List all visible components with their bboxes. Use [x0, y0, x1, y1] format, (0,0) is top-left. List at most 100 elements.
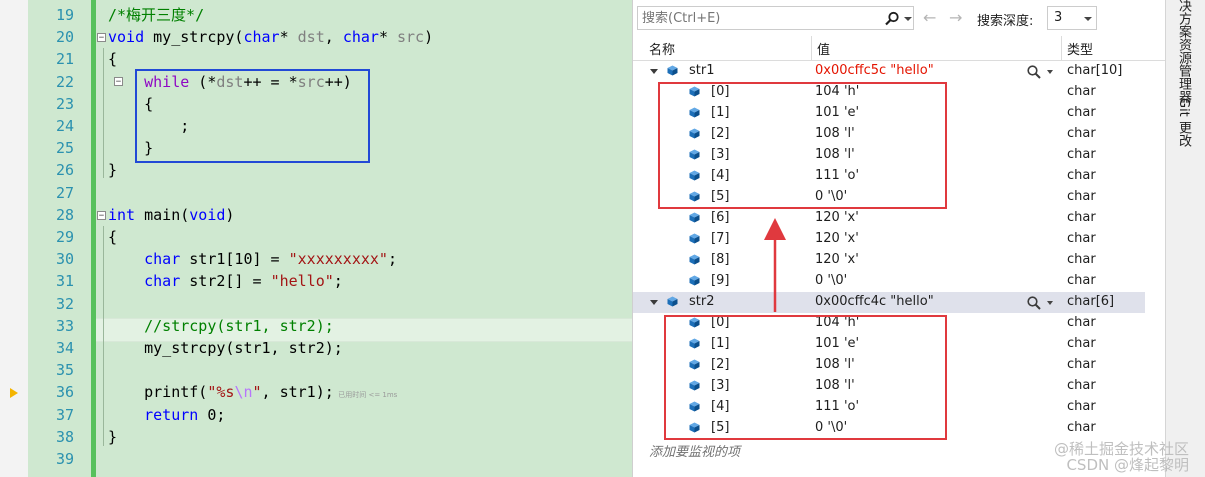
watch-name: [9]: [711, 273, 730, 288]
watch-value[interactable]: 120 'x': [815, 252, 859, 267]
line-number: 36: [55, 383, 74, 402]
watch-row-variable[interactable]: str2 0x00cffc4c "hello" char[6]: [633, 292, 1145, 313]
code-token: /*梅开三度*/: [108, 6, 205, 24]
code-editor[interactable]: 19 20 21 22 23 24 25 26 27 28 29 30 31 32 33 34 35 36 37 38…: [0, 0, 632, 477]
watch-row-element[interactable]: [8] 120 'x' char: [633, 250, 1145, 271]
cube-icon: [689, 275, 700, 286]
code-token: , str1);: [261, 383, 334, 402]
line-number: 28: [55, 205, 74, 224]
cube-icon: [667, 296, 678, 307]
watch-value[interactable]: 0x00cffc4c "hello": [815, 294, 934, 309]
watch-column-header: 名称 值 类型: [633, 36, 1166, 61]
line-number: 39: [55, 450, 74, 468]
visualizer-chevron-down-icon[interactable]: [1047, 301, 1053, 305]
watch-search-box[interactable]: [637, 6, 914, 30]
chevron-down-icon: [1084, 17, 1092, 21]
code-token: printf(: [108, 383, 208, 402]
search-depth-select[interactable]: 3: [1047, 6, 1097, 30]
code-token: ,: [324, 28, 343, 47]
breakpoint-margin[interactable]: [0, 0, 29, 477]
collapse-triangle-icon[interactable]: [650, 69, 658, 74]
watch-row-element[interactable]: [7] 120 'x' char: [633, 229, 1145, 250]
visualizer-chevron-down-icon[interactable]: [1047, 70, 1053, 74]
column-header-name[interactable]: 名称: [649, 39, 675, 58]
add-watch-item[interactable]: 添加要监视的项: [649, 441, 740, 460]
cube-icon: [667, 65, 678, 76]
line-number: 26: [55, 161, 74, 180]
watch-row-element[interactable]: [9] 0 '\0' char: [633, 271, 1145, 292]
elapsed-time-hint: 已用时间 <= 1ms: [333, 391, 398, 400]
watch-type: char: [1067, 210, 1096, 225]
watch-value[interactable]: 0x00cffc5c "hello": [815, 63, 934, 78]
code-token: src: [397, 28, 425, 47]
column-header-type[interactable]: 类型: [1067, 39, 1093, 58]
code-line[interactable]: return 0;: [108, 404, 225, 426]
code-token: dst: [297, 28, 325, 47]
watch-type: char: [1067, 168, 1096, 183]
arrow-left-icon[interactable]: ←: [923, 8, 936, 27]
watch-type: char: [1067, 147, 1096, 162]
fold-toggle-my-strcpy[interactable]: −: [97, 33, 106, 43]
column-resize-handle[interactable]: [811, 36, 812, 60]
watch-type: char: [1067, 126, 1096, 141]
line-number: 30: [55, 250, 74, 269]
magnifier-icon[interactable]: [884, 11, 900, 27]
code-token: char: [144, 250, 181, 269]
watch-value[interactable]: 0 '\0': [815, 273, 847, 288]
code-line[interactable]: printf("%s\n", str1); 已用时间 <= 1ms: [108, 381, 397, 403]
code-token: int: [108, 205, 136, 224]
code-token: {: [108, 228, 118, 246]
watch-type: char: [1067, 336, 1096, 351]
line-number: 25: [55, 139, 74, 158]
code-line[interactable]: //strcpy(str1, str2);: [108, 315, 334, 337]
code-line[interactable]: }: [108, 159, 117, 181]
line-number: 22: [55, 72, 74, 91]
code-line[interactable]: char str2[] = "hello";: [108, 270, 343, 292]
tab-git-changes[interactable]: Git 更改: [1174, 98, 1193, 147]
watch-row-element[interactable]: [6] 120 'x' char: [633, 208, 1145, 229]
highlight-box-str2-elements: [664, 315, 947, 440]
collapse-triangle-icon[interactable]: [650, 300, 658, 305]
watch-name: str1: [689, 63, 715, 78]
column-resize-handle[interactable]: [1061, 36, 1062, 60]
code-line[interactable]: }: [108, 426, 117, 448]
code-token: main(: [135, 205, 190, 224]
cube-icon: [689, 254, 700, 265]
line-number: 38: [55, 427, 74, 446]
watch-name: [7]: [711, 231, 730, 246]
line-number: 24: [55, 117, 74, 135]
watch-type: char: [1067, 399, 1096, 414]
code-token: return: [144, 405, 199, 424]
code-line[interactable]: int main(void): [108, 204, 234, 226]
column-header-value[interactable]: 值: [817, 39, 830, 58]
code-token: char: [243, 28, 280, 47]
watch-type: char: [1067, 105, 1096, 120]
magnifier-icon[interactable]: [1026, 64, 1042, 80]
code-line[interactable]: void my_strcpy(char* dst, char* src): [108, 26, 433, 48]
fold-toggle-main[interactable]: −: [97, 211, 106, 221]
code-line[interactable]: my_strcpy(str1, str2);: [108, 337, 343, 359]
code-token: 0;: [198, 405, 226, 424]
code-token: }: [108, 161, 118, 180]
tab-solution-explorer[interactable]: 解决方案资源管理器: [1174, 0, 1193, 103]
watch-value[interactable]: 120 'x': [815, 210, 859, 225]
scope-guide: [103, 226, 104, 446]
magnifier-icon[interactable]: [1026, 295, 1042, 311]
watch-row-variable[interactable]: str1 0x00cffc5c "hello" char[10]: [633, 61, 1145, 82]
code-line[interactable]: /*梅开三度*/: [108, 4, 204, 26]
watch-value[interactable]: 120 'x': [815, 231, 859, 246]
arrow-right-icon[interactable]: →: [949, 8, 962, 27]
line-number: 34: [55, 339, 74, 357]
code-line[interactable]: char str1[10] = "xxxxxxxxx";: [108, 248, 397, 270]
watch-search-input[interactable]: [642, 9, 872, 27]
code-line[interactable]: {: [108, 48, 117, 70]
code-token: \n: [234, 383, 253, 402]
search-depth-value: 3: [1054, 10, 1063, 25]
code-token: char: [144, 272, 181, 291]
search-options-chevron-down-icon[interactable]: [904, 17, 912, 21]
code-line[interactable]: {: [108, 226, 117, 248]
code-token: ;: [333, 272, 343, 291]
fold-toggle-while[interactable]: −: [114, 77, 123, 87]
